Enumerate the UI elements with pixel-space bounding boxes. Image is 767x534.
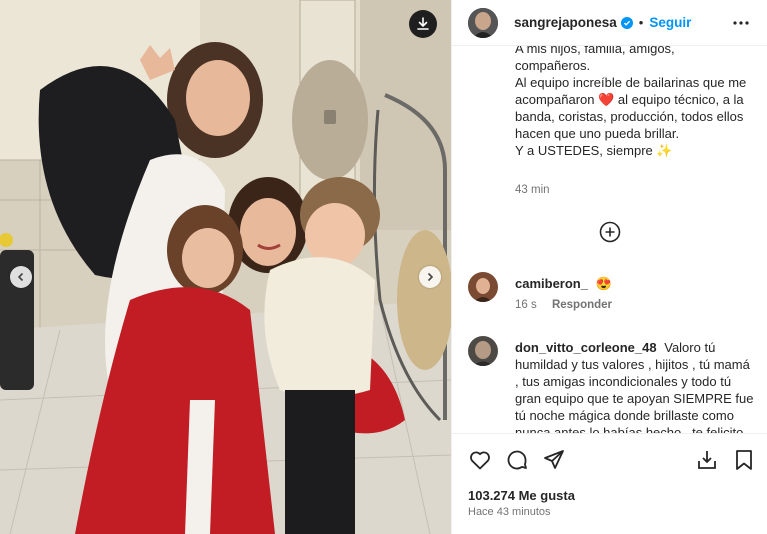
- download-button[interactable]: [409, 10, 437, 38]
- like-count[interactable]: 103.274 Me gusta: [468, 488, 575, 503]
- author-avatar-image: [468, 7, 498, 38]
- more-horizontal-icon: [733, 21, 749, 25]
- save-to-collection-icon: [698, 451, 716, 469]
- author-username[interactable]: sangrejaponesa: [514, 15, 617, 30]
- load-more-comments-button[interactable]: [599, 221, 621, 243]
- comment-avatar[interactable]: [468, 336, 498, 366]
- comment-body: camiberon_ 😍: [515, 275, 755, 292]
- comment-item: don_vitto_corleone_48 Valoro tú humildad…: [468, 336, 758, 446]
- follow-button[interactable]: Seguir: [649, 15, 691, 30]
- post-details-panel: sangrejaponesa • Seguir A mis hijos, fam…: [451, 0, 767, 534]
- post-action-bar: 103.274 Me gusta Hace 43 minutos: [452, 433, 767, 534]
- previous-photo-button[interactable]: [10, 266, 32, 288]
- chevron-right-icon: [427, 272, 434, 282]
- verified-badge-icon: [620, 16, 633, 29]
- comment-avatar-image: [468, 336, 498, 366]
- next-photo-button[interactable]: [419, 266, 441, 288]
- post-timestamp[interactable]: Hace 43 minutos: [468, 506, 551, 518]
- share-button[interactable]: [542, 448, 566, 472]
- save-to-collection-button[interactable]: [695, 448, 719, 472]
- comment-avatar[interactable]: [468, 272, 498, 302]
- reply-button[interactable]: Responder: [552, 299, 612, 311]
- post-caption: A mis hijos, familia, amigos, compañeros…: [515, 41, 747, 158]
- post-header: sangrejaponesa • Seguir: [452, 0, 767, 46]
- bookmark-button[interactable]: [732, 448, 756, 472]
- paper-plane-icon: [544, 450, 564, 469]
- comment-body: don_vitto_corleone_48 Valoro tú humildad…: [515, 339, 755, 441]
- like-button[interactable]: [468, 448, 492, 472]
- comment-text: 😍: [595, 276, 612, 291]
- photo-image: [0, 0, 451, 534]
- comment-button[interactable]: [505, 448, 529, 472]
- plus-circle-icon: [599, 221, 621, 243]
- author-avatar[interactable]: [468, 7, 498, 38]
- header-separator: •: [638, 15, 644, 30]
- comment-text: Valoro tú humildad y tus valores , hijit…: [515, 340, 754, 440]
- comment-icon: [507, 450, 527, 470]
- heart-icon: [470, 451, 490, 470]
- more-options-button[interactable]: [732, 14, 750, 37]
- caption-timestamp: 43 min: [515, 184, 550, 196]
- comment-timestamp: 16 s: [515, 299, 537, 311]
- post-photo: [0, 0, 451, 534]
- comment-username[interactable]: camiberon_: [515, 276, 588, 291]
- chevron-left-icon: [17, 272, 24, 282]
- comment-item: camiberon_ 😍 16 s Responder: [468, 272, 758, 312]
- download-icon: [417, 17, 429, 30]
- comment-meta: 16 s Responder: [515, 299, 612, 311]
- bookmark-icon: [736, 450, 752, 470]
- comment-avatar-image: [468, 272, 498, 302]
- comment-username[interactable]: don_vitto_corleone_48: [515, 340, 657, 355]
